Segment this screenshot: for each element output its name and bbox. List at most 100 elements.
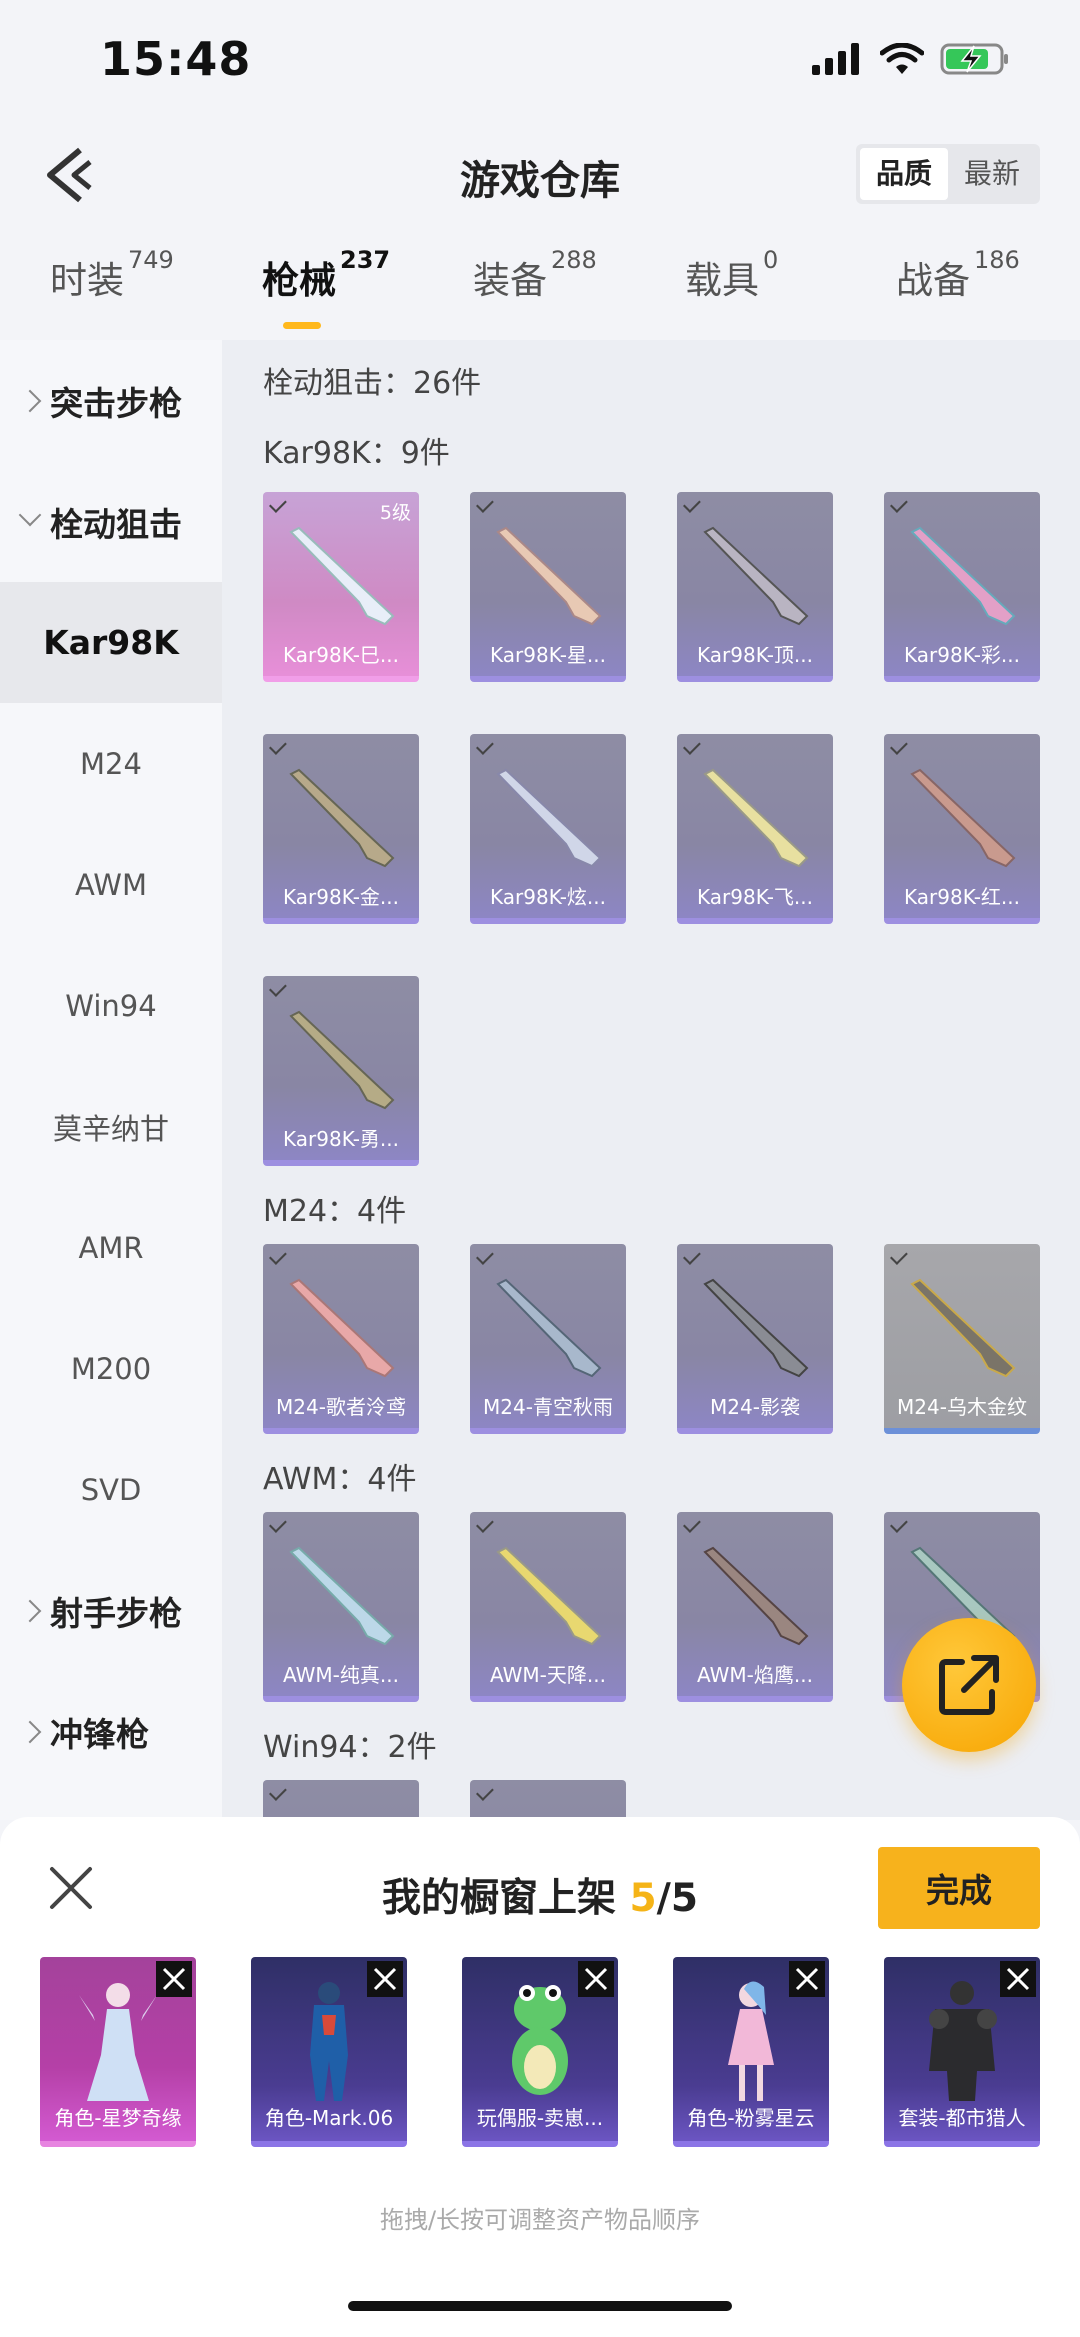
- remove-item-button[interactable]: [789, 1961, 825, 1997]
- checkmark-icon: [476, 495, 494, 513]
- close-icon: [162, 1967, 186, 1991]
- header: 游戏仓库 品质 最新: [0, 120, 1080, 230]
- rifle-icon: [910, 1278, 1016, 1378]
- showcase-item[interactable]: 套装-都市猎人: [884, 1957, 1040, 2147]
- sidebar-group-marksman-rifles[interactable]: 射手步枪: [0, 1550, 222, 1671]
- checkmark-icon: [269, 1247, 287, 1265]
- item-card[interactable]: 5级 Kar98K-巳...: [263, 492, 419, 682]
- character-figure-icon: [79, 1983, 157, 2101]
- rifle-icon: [496, 1278, 602, 1378]
- tab-firearms[interactable]: 枪械 237: [262, 246, 390, 304]
- tab-count: 186: [974, 246, 1020, 274]
- item-label: M24-影袭: [710, 1395, 800, 1419]
- sort-option-latest[interactable]: 最新: [948, 148, 1036, 200]
- tab-count: 0: [763, 246, 779, 274]
- category-tabs: 时装 749 枪械 237 装备 288 载具 0 战备 186: [0, 246, 1080, 340]
- sidebar-item-awm[interactable]: AWM: [0, 824, 222, 945]
- sidebar-item-win94[interactable]: Win94: [0, 945, 222, 1066]
- item-label: M24-歌者泠鸢: [276, 1395, 406, 1419]
- item-card[interactable]: Kar98K-金...: [263, 734, 419, 924]
- remove-item-button[interactable]: [1000, 1961, 1036, 1997]
- item-card[interactable]: Kar98K-飞...: [677, 734, 833, 924]
- item-label: Kar98K-炫...: [490, 885, 606, 909]
- tab-vehicles[interactable]: 载具 0: [685, 246, 778, 304]
- item-card[interactable]: Kar98K-红...: [884, 734, 1040, 924]
- item-grid-area[interactable]: 栓动狙击：26件 Kar98K：9件 5级 Kar98K-巳... Kar98K-…: [222, 340, 1080, 1820]
- tab-count: 749: [128, 246, 174, 274]
- sidebar-item-m200[interactable]: M200: [0, 1308, 222, 1429]
- item-card[interactable]: Kar98K-彩...: [884, 492, 1040, 682]
- item-card[interactable]: Kar98K-勇...: [263, 976, 419, 1166]
- showcase-item[interactable]: 玩偶服-卖崽...: [462, 1957, 618, 2147]
- tab-count: 288: [551, 246, 597, 274]
- sidebar: 突击步枪 栓动狙击 Kar98K M24 AWM Win94 莫辛纳甘 AMR …: [0, 340, 222, 1820]
- tab-fashion[interactable]: 时装 749: [50, 246, 174, 304]
- showcase-item-label: 玩偶服-卖崽...: [476, 2106, 604, 2130]
- checkmark-icon: [476, 1515, 494, 1533]
- share-button[interactable]: [902, 1618, 1036, 1752]
- showcase-item[interactable]: 角色-粉雾星云: [673, 1957, 829, 2147]
- item-card[interactable]: AWM-天降...: [470, 1512, 626, 1702]
- item-card[interactable]: Kar98K-顶...: [677, 492, 833, 682]
- item-label: Kar98K-彩...: [904, 643, 1020, 667]
- rifle-icon: [910, 526, 1016, 626]
- rifle-icon: [703, 1278, 809, 1378]
- item-card[interactable]: [470, 1780, 626, 1820]
- section-title-kar98k: Kar98K：9件: [263, 436, 450, 471]
- item-label: M24-青空秋雨: [483, 1395, 613, 1419]
- sidebar-group-assault-rifles[interactable]: 突击步枪: [0, 340, 222, 461]
- item-card[interactable]: AWM-焰鹰...: [677, 1512, 833, 1702]
- item-card[interactable]: M24-歌者泠鸢: [263, 1244, 419, 1434]
- item-card[interactable]: M24-乌木金纹: [884, 1244, 1040, 1434]
- section-title-win94: Win94：2件: [263, 1730, 437, 1765]
- tab-count: 237: [340, 246, 391, 274]
- item-card[interactable]: M24-青空秋雨: [470, 1244, 626, 1434]
- item-card[interactable]: M24-影袭: [677, 1244, 833, 1434]
- remove-item-button[interactable]: [156, 1961, 192, 1997]
- showcase-item[interactable]: 角色-星梦奇缘: [40, 1957, 196, 2147]
- remove-item-button[interactable]: [578, 1961, 614, 1997]
- status-icons: [812, 42, 1010, 76]
- sidebar-item-kar98k[interactable]: Kar98K: [0, 582, 222, 703]
- showcase-item-label: 角色-粉雾星云: [687, 2106, 815, 2130]
- sidebar-item-amr[interactable]: AMR: [0, 1187, 222, 1308]
- close-icon: [1006, 1967, 1030, 1991]
- checkmark-icon: [683, 1515, 701, 1533]
- checkmark-icon: [476, 1783, 494, 1801]
- sidebar-item-m24[interactable]: M24: [0, 703, 222, 824]
- item-card[interactable]: Kar98K-炫...: [470, 734, 626, 924]
- checkmark-icon: [683, 737, 701, 755]
- tab-equipment[interactable]: 装备 288: [473, 246, 597, 304]
- showcase-panel: 我的橱窗上架 5/5 完成 角色-星梦奇缘 角色-Mark.06 玩偶服-卖崽.…: [0, 1817, 1080, 2337]
- chevron-right-icon: [18, 1599, 42, 1622]
- rifle-icon: [703, 526, 809, 626]
- tab-supplies[interactable]: 战备 186: [896, 246, 1020, 304]
- showcase-item[interactable]: 角色-Mark.06: [251, 1957, 407, 2147]
- character-figure-icon: [310, 1982, 348, 2101]
- checkmark-icon: [476, 1247, 494, 1265]
- sidebar-group-bolt-action[interactable]: 栓动狙击: [0, 461, 222, 582]
- sort-option-quality[interactable]: 品质: [859, 148, 948, 200]
- item-card[interactable]: [263, 1780, 419, 1820]
- rifle-icon: [289, 1278, 395, 1378]
- sidebar-group-smg[interactable]: 冲锋枪: [0, 1671, 222, 1792]
- item-label: AWM-天降...: [490, 1663, 606, 1687]
- checkmark-icon: [890, 737, 908, 755]
- section-title-m24: M24：4件: [263, 1194, 407, 1229]
- rifle-icon: [289, 1546, 395, 1646]
- item-card[interactable]: AWM-纯真...: [263, 1512, 419, 1702]
- rifle-icon: [496, 1546, 602, 1646]
- home-indicator[interactable]: [348, 2301, 732, 2311]
- checkmark-icon: [269, 1783, 287, 1801]
- remove-item-button[interactable]: [367, 1961, 403, 1997]
- chevron-right-icon: [18, 389, 42, 412]
- item-card[interactable]: Kar98K-星...: [470, 492, 626, 682]
- rifle-icon: [289, 768, 395, 868]
- item-label: Kar98K-飞...: [697, 885, 813, 909]
- close-icon: [373, 1967, 397, 1991]
- close-icon: [795, 1967, 819, 1991]
- chevron-right-icon: [18, 1720, 42, 1743]
- sidebar-item-mosin[interactable]: 莫辛纳甘: [0, 1066, 222, 1187]
- sidebar-item-svd[interactable]: SVD: [0, 1429, 222, 1550]
- done-button[interactable]: 完成: [878, 1847, 1040, 1929]
